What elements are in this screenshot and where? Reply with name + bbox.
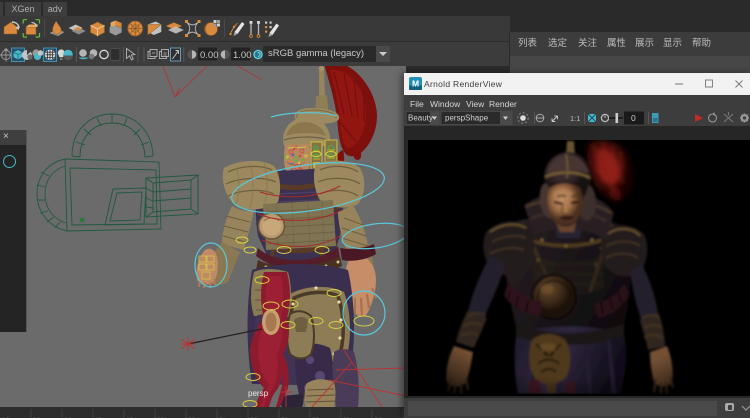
svg-text:1.00: 1.00: [233, 50, 252, 61]
svg-text:0.00: 0.00: [200, 50, 219, 61]
svg-text:1:1: 1:1: [570, 114, 580, 123]
svg-text:Beauty: Beauty: [408, 114, 433, 123]
svg-text:0: 0: [631, 113, 636, 123]
svg-text:perspShape: perspShape: [445, 114, 489, 123]
svg-text:persp: persp: [248, 389, 269, 398]
